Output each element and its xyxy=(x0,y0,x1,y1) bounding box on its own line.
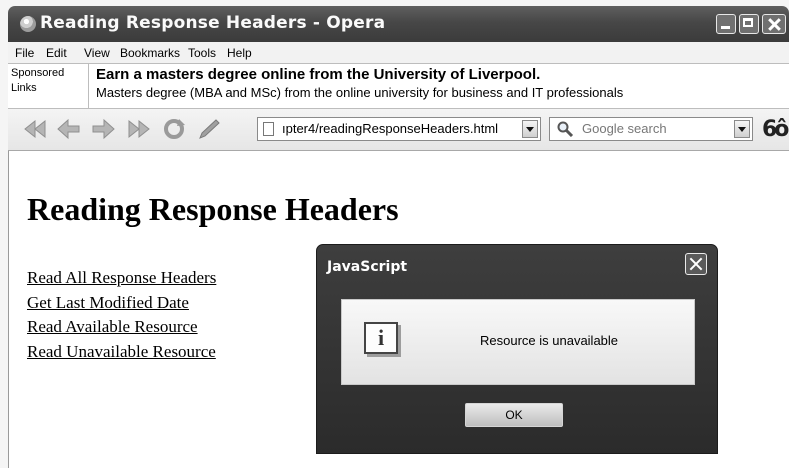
browser-window: Reading Response Headers - Opera File Ed… xyxy=(0,0,789,468)
close-window-button[interactable] xyxy=(762,14,786,34)
address-text: ıpter4/readingResponseHeaders.html xyxy=(282,121,499,136)
page-title: Reading Response Headers xyxy=(27,191,399,227)
address-dropdown-button[interactable] xyxy=(522,120,538,138)
title-bar: Reading Response Headers - Opera xyxy=(8,6,789,42)
search-placeholder: Google search xyxy=(582,121,667,136)
reload-icon[interactable] xyxy=(161,117,187,141)
back-icon[interactable] xyxy=(56,117,82,141)
window-title: Reading Response Headers - Opera xyxy=(40,13,386,33)
menu-file[interactable]: File xyxy=(15,46,34,60)
search-engine-dropdown[interactable] xyxy=(734,120,750,138)
dialog-close-button[interactable] xyxy=(685,253,707,275)
menu-bookmarks[interactable]: Bookmarks xyxy=(120,46,180,60)
sponsored-links-bar: Sponsored Links Earn a masters degree on… xyxy=(8,63,789,109)
search-icon xyxy=(556,121,574,138)
page-icon xyxy=(263,122,274,136)
dialog-title: JavaScript xyxy=(327,259,408,275)
fast-forward-icon[interactable] xyxy=(126,117,152,141)
dialog-message-panel: i Resource is unavailable xyxy=(341,299,695,385)
navigation-toolbar: ıpter4/readingResponseHeaders.html Googl… xyxy=(8,109,789,151)
menu-tools[interactable]: Tools xyxy=(188,46,216,60)
link-list: Read All Response Headers Get Last Modif… xyxy=(27,266,216,364)
menu-view[interactable]: View xyxy=(84,46,110,60)
links-label: Links xyxy=(11,82,37,94)
minimize-button[interactable] xyxy=(716,14,736,34)
dialog-message: Resource is unavailable xyxy=(480,333,619,348)
reading-glasses-icon[interactable]: 6ô xyxy=(762,117,789,142)
maximize-button[interactable] xyxy=(739,14,759,34)
forward-icon[interactable] xyxy=(90,117,116,141)
info-icon: i xyxy=(364,322,398,354)
edit-pencil-icon[interactable] xyxy=(196,117,222,141)
link-read-available-resource[interactable]: Read Available Resource xyxy=(27,315,216,340)
opera-logo-icon xyxy=(20,16,36,32)
rewind-icon[interactable] xyxy=(22,117,48,141)
ok-button[interactable]: OK xyxy=(465,403,563,427)
menu-bar: File Edit View Bookmarks Tools Help xyxy=(8,42,789,63)
search-field[interactable]: Google search xyxy=(549,117,753,141)
javascript-alert-dialog: JavaScript i Resource is unavailable OK xyxy=(316,244,718,454)
sponsored-label: Sponsored xyxy=(11,67,65,79)
link-read-unavailable-resource[interactable]: Read Unavailable Resource xyxy=(27,340,216,365)
menu-edit[interactable]: Edit xyxy=(46,46,67,60)
address-field[interactable]: ıpter4/readingResponseHeaders.html xyxy=(257,117,541,141)
link-read-all-response-headers[interactable]: Read All Response Headers xyxy=(27,266,216,291)
ad-description[interactable]: Masters degree (MBA and MSc) from the on… xyxy=(96,85,623,100)
divider xyxy=(88,64,89,108)
link-get-last-modified-date[interactable]: Get Last Modified Date xyxy=(27,291,216,316)
menu-help[interactable]: Help xyxy=(227,46,252,60)
ad-headline-link[interactable]: Earn a masters degree online from the Un… xyxy=(96,66,540,83)
